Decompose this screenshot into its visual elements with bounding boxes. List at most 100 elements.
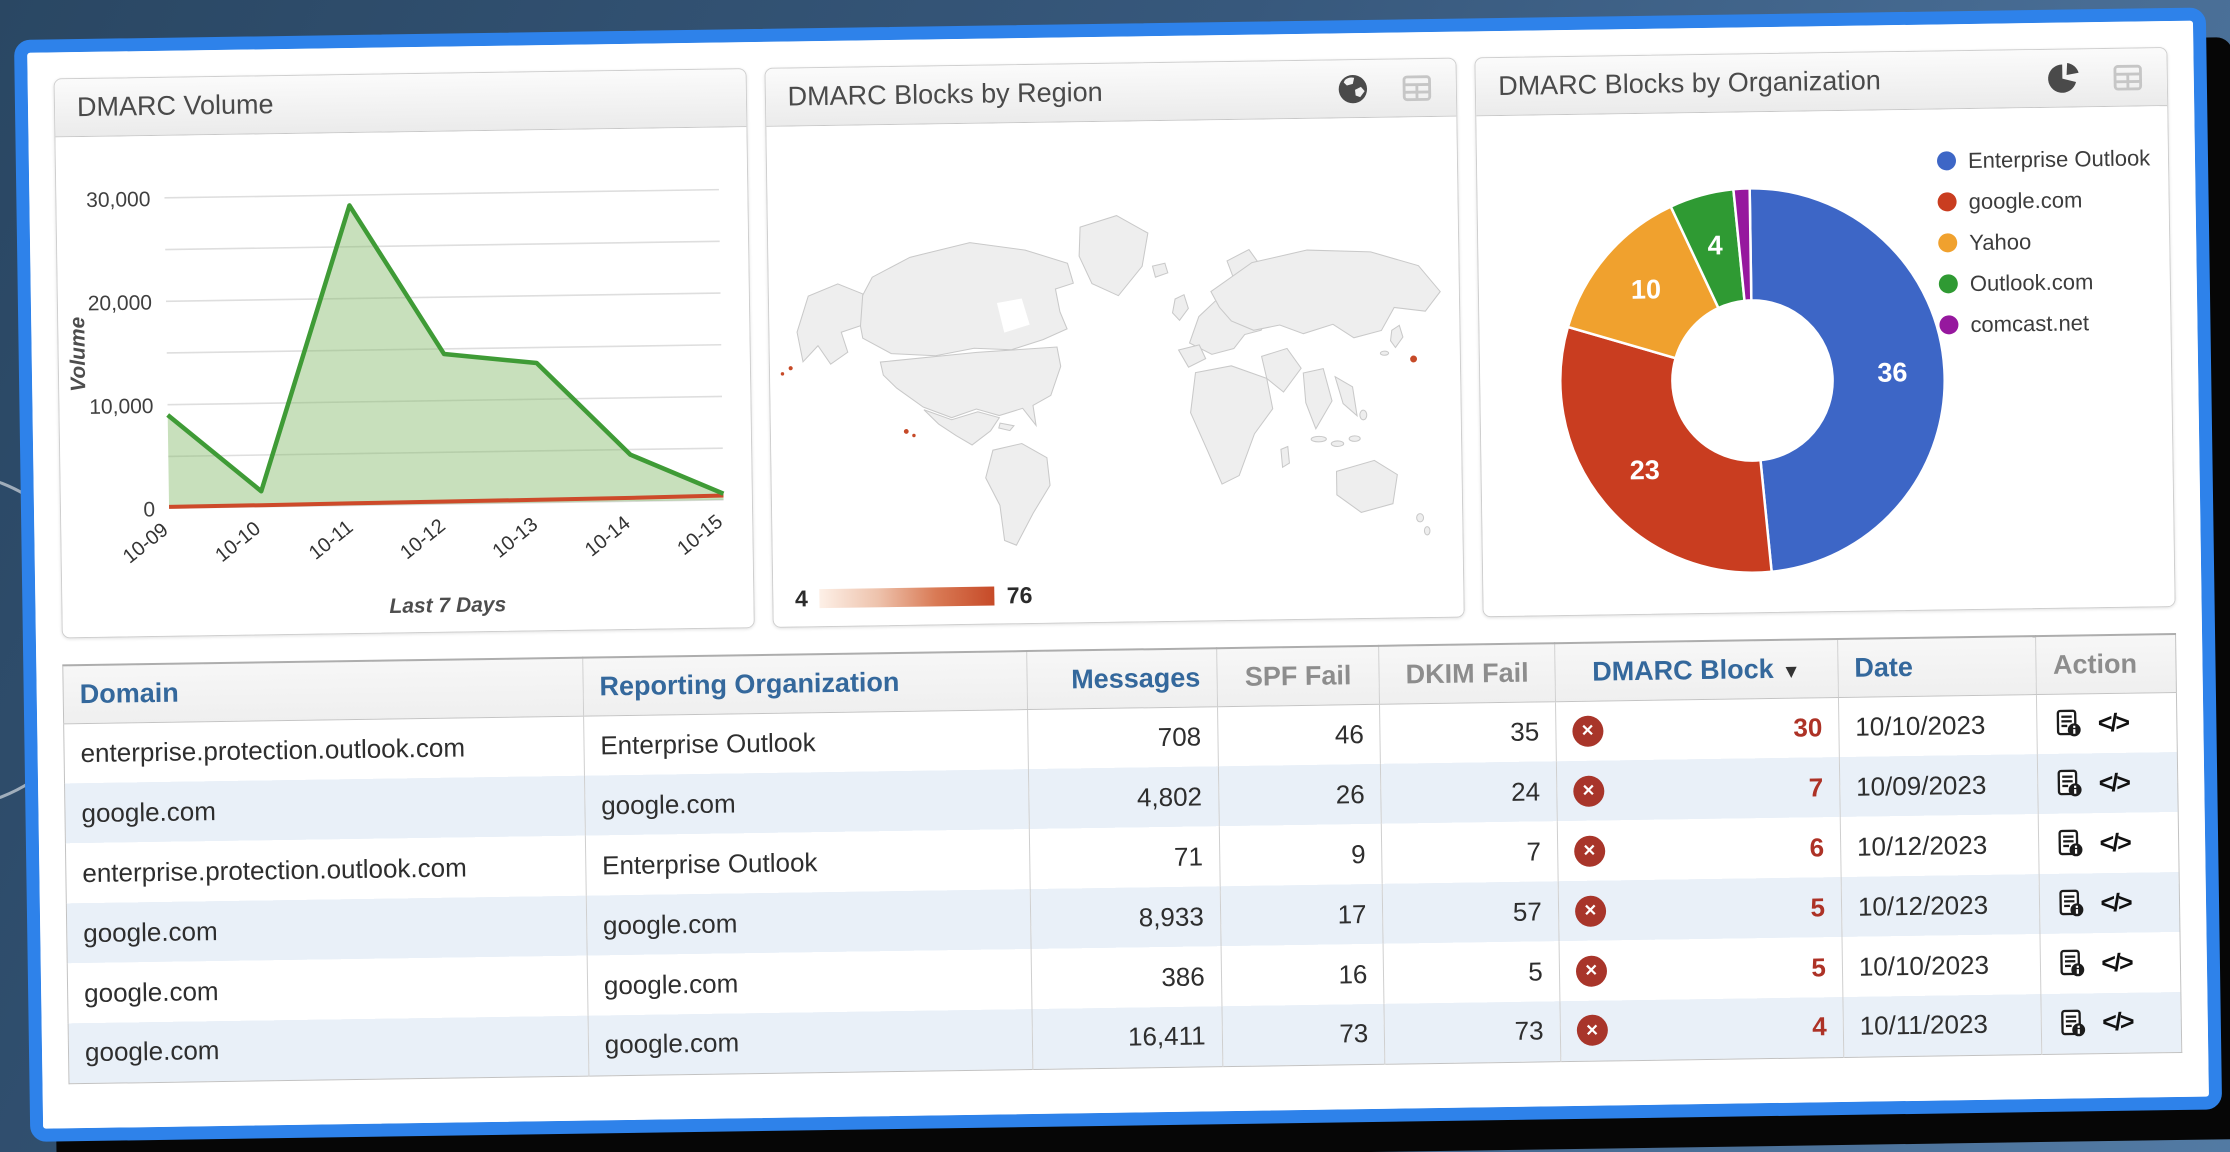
cell-messages: 386 [1031, 946, 1222, 1009]
svg-text:10-09: 10-09 [119, 519, 173, 568]
report-details-icon[interactable] [2054, 709, 2084, 739]
column-header-domain[interactable]: Domain [63, 658, 584, 724]
svg-text:Volume: Volume [66, 316, 90, 392]
legend-color-dot [1939, 315, 1958, 334]
cell-org: google.com [586, 889, 1031, 956]
report-details-icon[interactable] [2055, 768, 2085, 798]
block-status-icon[interactable]: ✕ [1575, 955, 1606, 986]
cell-messages: 16,411 [1032, 1006, 1223, 1069]
xml-source-icon[interactable]: </> [2100, 888, 2131, 917]
report-details-icon[interactable] [2058, 1008, 2088, 1038]
panel-blocks-by-organization: DMARC Blocks by Organization [1475, 47, 2176, 617]
dmarc-report-table-wrap: DomainReporting OrganizationMessagesSPF … [62, 633, 2182, 1084]
xml-source-icon[interactable]: </> [2099, 828, 2130, 857]
japan-south [1380, 351, 1388, 355]
block-status-icon[interactable]: ✕ [1573, 775, 1604, 806]
cell-domain: google.com [65, 776, 586, 844]
cell-spf: 73 [1222, 1004, 1386, 1066]
australia [1336, 460, 1398, 513]
indonesia [1311, 436, 1326, 442]
donut-legend: Enterprise Outlookgoogle.comYahooOutlook… [1937, 144, 2155, 352]
svg-text:20,000: 20,000 [88, 291, 153, 315]
chart-panels-row: DMARC Volume 010,00020,00030,00010-0910-… [54, 47, 2176, 638]
cell-org: Enterprise Outlook [583, 709, 1028, 776]
cell-action: </> [2041, 992, 2181, 1054]
svg-text:10-11: 10-11 [305, 516, 357, 564]
xml-source-icon[interactable]: </> [2099, 768, 2130, 797]
legend-gradient-bar [820, 587, 995, 609]
table-view-icon[interactable] [1400, 70, 1435, 105]
svg-text:4: 4 [1708, 230, 1723, 260]
globe-icon[interactable] [1336, 71, 1371, 106]
cell-dkim: 57 [1383, 881, 1559, 944]
cell-messages: 708 [1027, 706, 1218, 769]
column-header-date[interactable]: Date [1837, 636, 2036, 697]
map-color-legend: 4 76 [795, 582, 1033, 613]
report-details-icon[interactable] [2057, 948, 2087, 978]
sort-caret-icon: ▼ [1782, 661, 1801, 682]
xml-source-icon[interactable]: </> [2101, 948, 2132, 977]
report-details-icon[interactable] [2055, 828, 2085, 858]
caribbean [998, 423, 1013, 431]
svg-text:Last 7 Days: Last 7 Days [389, 593, 506, 618]
dmarc-block-count: 30 [1793, 712, 1822, 743]
pie-chart-icon[interactable] [2047, 61, 2082, 96]
column-header-messages[interactable]: Messages [1026, 648, 1217, 709]
cell-dkim: 35 [1380, 701, 1556, 764]
cell-spf: 9 [1219, 824, 1383, 886]
pacific-region-marker [1410, 355, 1417, 362]
legend-min-value: 4 [795, 585, 808, 612]
world-choropleth-map [766, 117, 1464, 627]
svg-text:10,000: 10,000 [89, 395, 154, 419]
united-kingdom [1172, 295, 1188, 321]
legend-item: Enterprise Outlook [1937, 144, 2152, 174]
cell-domain: google.com [66, 896, 587, 964]
india [1303, 368, 1332, 429]
panel-view-toggles [2047, 60, 2145, 95]
volume-area-chart: 010,00020,00030,00010-0910-1010-1110-121… [55, 127, 753, 638]
column-header-org[interactable]: Reporting Organization [583, 651, 1028, 716]
legend-label: google.com [1968, 186, 2082, 215]
philippines [1359, 410, 1366, 420]
cell-domain: enterprise.protection.outlook.com [64, 716, 585, 784]
legend-color-dot [1938, 233, 1957, 252]
svg-text:23: 23 [1630, 455, 1661, 485]
block-status-icon[interactable]: ✕ [1574, 835, 1605, 866]
column-header-dkim: DKIM Fail [1379, 643, 1555, 704]
legend-color-dot [1937, 192, 1956, 211]
legend-item: comcast.net [1939, 308, 2154, 338]
cell-date: 10/11/2023 [1843, 994, 2042, 1057]
column-header-dmarc[interactable]: DMARC Block▼ [1554, 639, 1838, 701]
country-canada [856, 241, 1075, 357]
donut-slice-enterprise-outlook[interactable] [1750, 185, 1948, 571]
cell-spf: 46 [1217, 704, 1381, 766]
panel-view-toggles [1336, 70, 1434, 105]
panel-dmarc-volume: DMARC Volume 010,00020,00030,00010-0910-… [54, 68, 755, 638]
legend-item: Outlook.com [1939, 267, 2154, 297]
donut-slice-google-com[interactable] [1560, 324, 1772, 576]
report-details-icon[interactable] [2056, 888, 2086, 918]
hawaii [903, 429, 908, 434]
xml-source-icon[interactable]: </> [2098, 708, 2129, 737]
cell-org: Enterprise Outlook [585, 829, 1030, 896]
cell-domain: google.com [68, 1016, 589, 1084]
cell-dmarc: ✕4 [1560, 997, 1844, 1061]
cell-date: 10/10/2023 [1842, 934, 2041, 997]
table-view-icon[interactable] [2111, 60, 2146, 95]
dmarc-block-count: 4 [1812, 1011, 1827, 1042]
slide-background: DMARC Volume 010,00020,00030,00010-0910-… [0, 0, 2230, 1152]
legend-item: google.com [1937, 185, 2152, 215]
cell-spf: 26 [1218, 764, 1382, 826]
indonesia [1349, 436, 1360, 442]
dmarc-report-table: DomainReporting OrganizationMessagesSPF … [62, 633, 2182, 1084]
block-status-icon[interactable]: ✕ [1575, 895, 1606, 926]
cell-dmarc: ✕5 [1558, 877, 1842, 941]
panel-header: DMARC Blocks by Organization [1476, 48, 2167, 116]
block-status-icon[interactable]: ✕ [1572, 715, 1603, 746]
legend-color-dot [1939, 274, 1958, 293]
southeast-asia [1335, 376, 1357, 416]
xml-source-icon[interactable]: </> [2102, 1008, 2133, 1037]
block-status-icon[interactable]: ✕ [1576, 1015, 1607, 1046]
organization-donut-chart: 3623104 Enterprise Outlookgoogle.comYaho… [1477, 106, 2175, 617]
svg-text:10: 10 [1631, 274, 1662, 304]
